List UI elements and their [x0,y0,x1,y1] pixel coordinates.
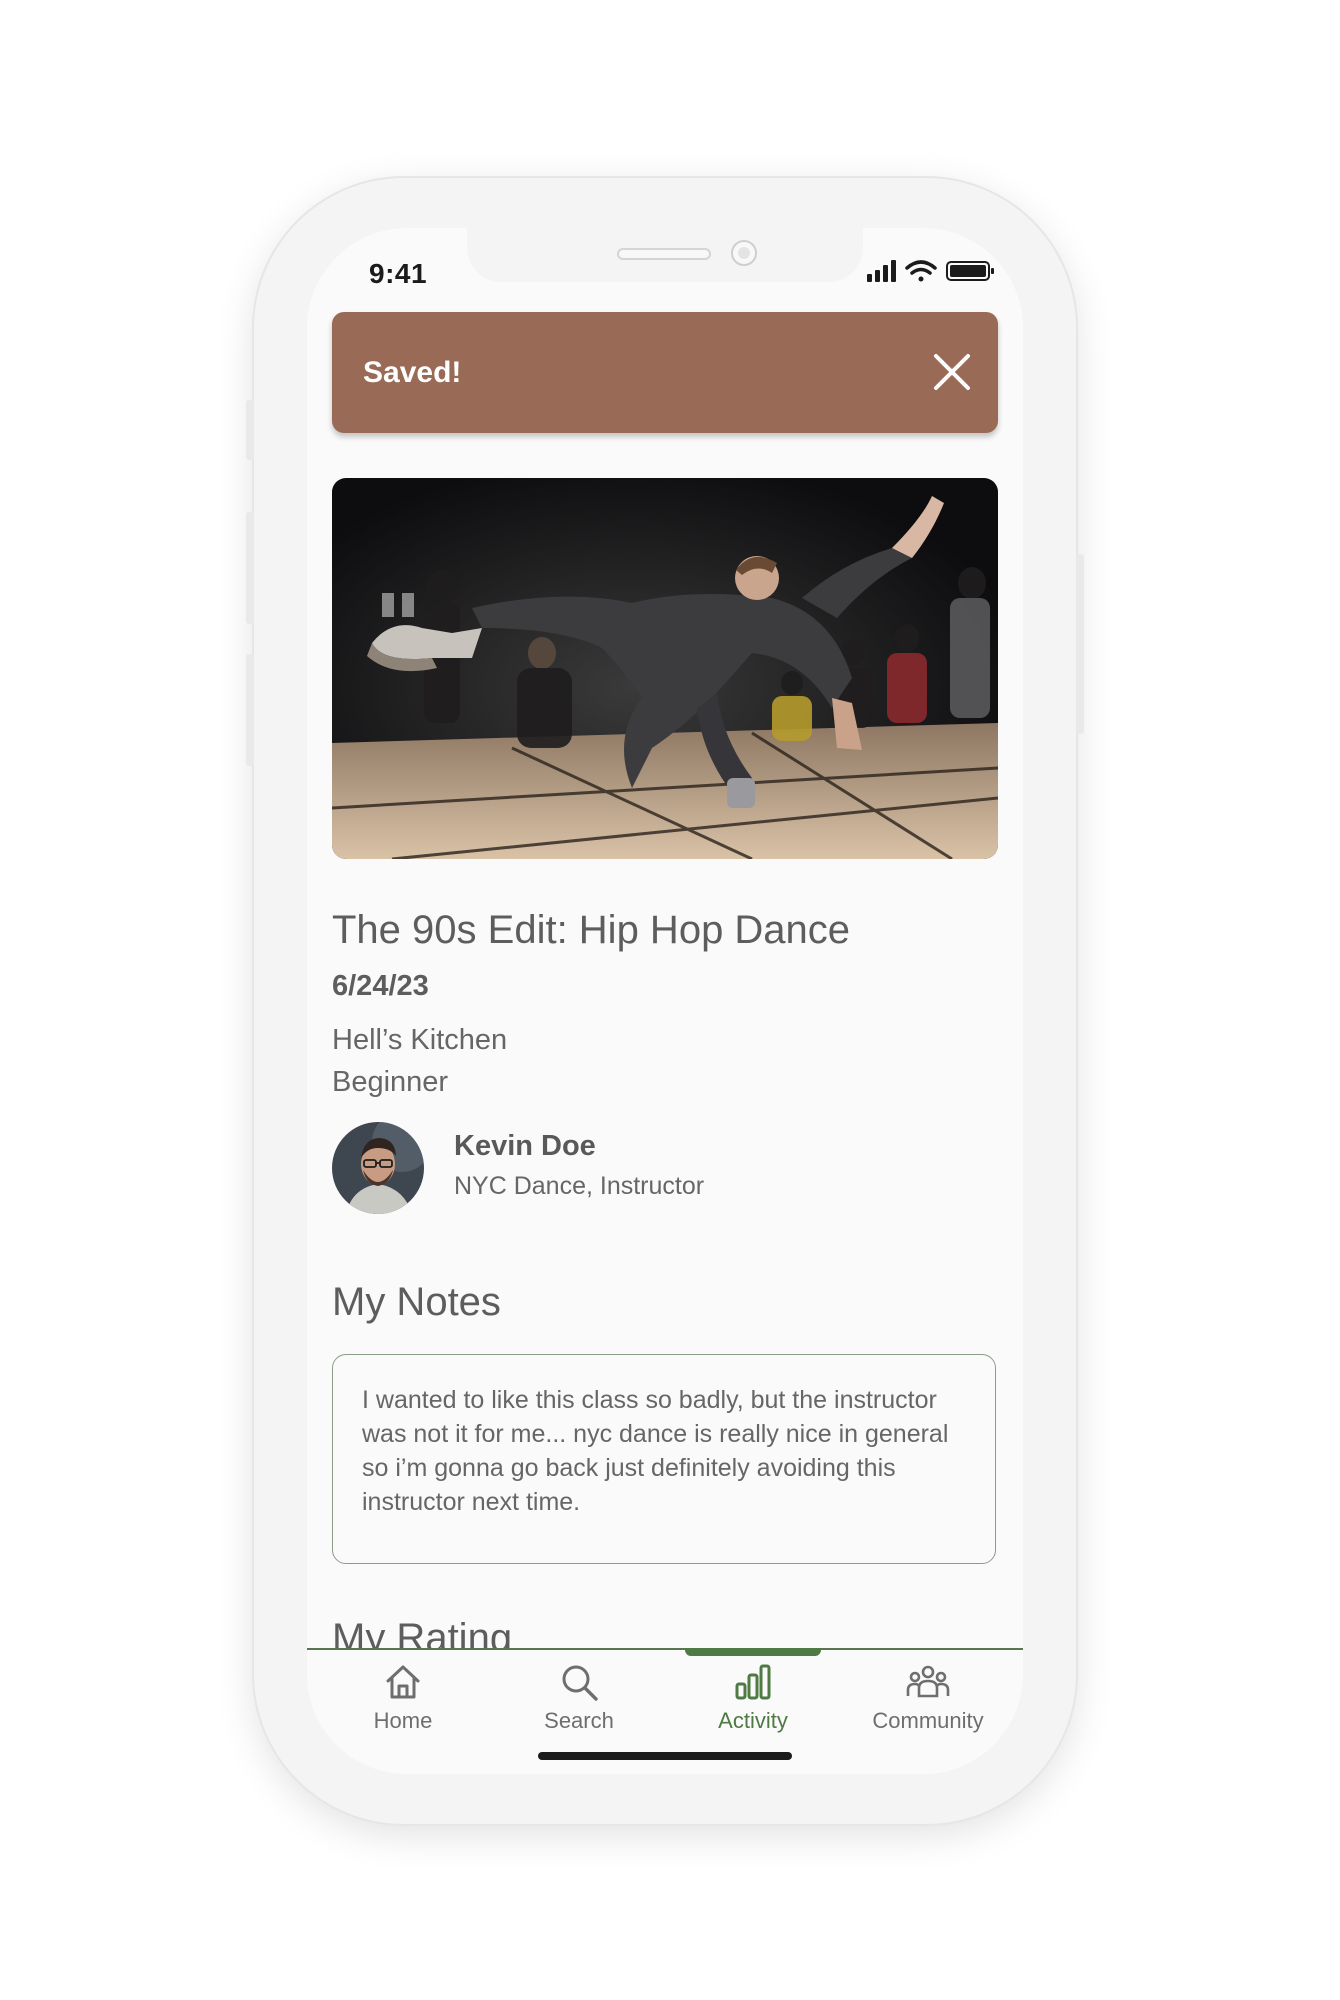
volume-down-button [246,654,254,766]
volume-up-button [246,512,254,624]
tab-search-label: Search [544,1708,614,1733]
notch [467,228,863,282]
tab-community[interactable]: Community [853,1662,1003,1752]
event-photo [332,478,998,859]
toast-message: Saved! [363,356,462,389]
status-time: 9:41 [369,258,428,289]
tab-activity-label: Activity [718,1708,788,1733]
notes-textarea[interactable]: I wanted to like this class so badly, bu… [332,1354,996,1564]
signal-icon [867,260,896,282]
event-date: 6/24/23 [332,970,429,1002]
tab-home[interactable]: Home [328,1662,478,1752]
mute-switch [246,400,254,460]
instructor-name[interactable]: Kevin Doe [454,1130,596,1163]
event-level: Beginner [332,1066,449,1098]
battery-icon [946,261,994,281]
instructor-subtitle: NYC Dance, Instructor [454,1172,705,1200]
notes-heading: My Notes [332,1280,501,1324]
notes-text: I wanted to like this class so badly, bu… [362,1386,949,1516]
speaker [617,248,711,260]
phone-frame: 9:41 Saved! The 90s Edit: Hip Hop Dance … [246,178,1084,1824]
search-icon [562,1665,598,1701]
screen: 9:41 Saved! The 90s Edit: Hip Hop Dance … [307,228,1023,1774]
close-icon[interactable] [932,352,972,392]
status-icons [867,258,997,284]
home-indicator [538,1752,792,1760]
tab-search[interactable]: Search [504,1662,654,1752]
wifi-icon [905,260,937,282]
home-icon [386,1665,420,1699]
tab-activity[interactable]: Activity [678,1662,828,1752]
community-icon [906,1665,950,1698]
activity-icon [735,1664,771,1700]
event-title: The 90s Edit: Hip Hop Dance [332,908,851,952]
tab-community-label: Community [872,1708,984,1733]
bottom-tab-bar: Home Search Activity Community [307,1648,1023,1774]
tab-home-label: Home [373,1708,433,1733]
avatar[interactable] [332,1122,424,1214]
front-camera [731,240,757,266]
active-tab-indicator [685,1648,821,1656]
event-location: Hell’s Kitchen [332,1024,508,1056]
saved-toast: Saved! [332,312,998,433]
power-button [1076,554,1084,734]
